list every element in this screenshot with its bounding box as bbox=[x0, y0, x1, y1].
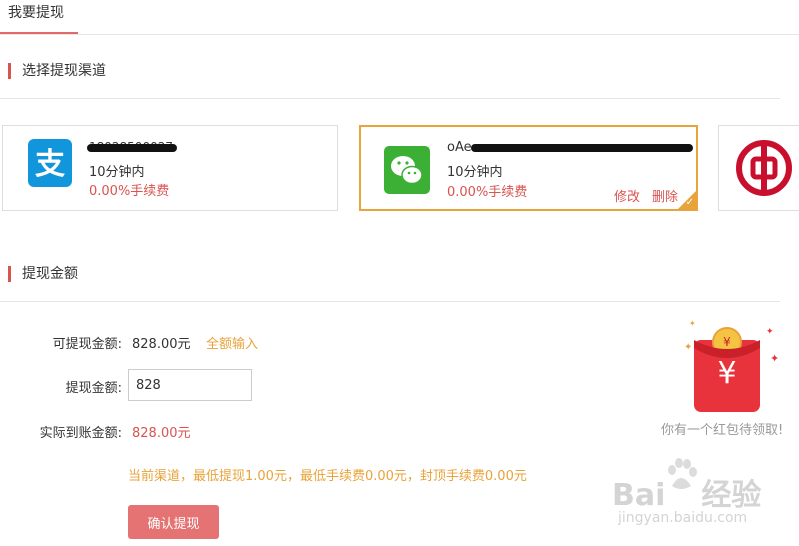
svg-text:✦: ✦ bbox=[684, 342, 692, 353]
available-amount-value: 828.00元 bbox=[132, 337, 191, 352]
redaction-mark bbox=[471, 144, 693, 152]
red-packet-symbol: ¥ bbox=[717, 356, 737, 391]
svg-text:✦: ✦ bbox=[689, 319, 696, 328]
fill-all-link[interactable]: 全额输入 bbox=[206, 333, 258, 352]
wechat-icon bbox=[384, 146, 430, 198]
edit-channel-link[interactable]: 修改 bbox=[614, 186, 640, 205]
tab-bar: 我要提现 bbox=[0, 0, 799, 35]
watermark-brand-text: Bai bbox=[612, 478, 666, 513]
watermark-brand-suffix: 经验 bbox=[701, 478, 762, 513]
svg-text:✦: ✦ bbox=[770, 352, 779, 365]
available-amount-label: 可提现金额: bbox=[52, 337, 122, 352]
delete-channel-link[interactable]: 删除 bbox=[652, 186, 678, 205]
amount-label: 提现金额: bbox=[65, 381, 122, 396]
redaction-mark bbox=[87, 144, 177, 152]
bank-of-china-icon bbox=[736, 140, 792, 200]
channel-card-alipay[interactable]: 支 18028500027 10分钟内 0.00%手续费 bbox=[2, 125, 338, 211]
check-icon: ✓ bbox=[685, 197, 694, 208]
channel-section-title: 选择提现渠道 bbox=[8, 63, 106, 79]
red-packet-promo[interactable]: ¥ ✦ ✦ ✦ ✦ ¥ bbox=[676, 318, 786, 418]
channel-eta: 10分钟内 bbox=[447, 165, 503, 180]
svg-text:¥: ¥ bbox=[723, 335, 731, 349]
alipay-icon: 支 bbox=[28, 139, 72, 191]
channel-fee: 0.00%手续费 bbox=[89, 184, 170, 199]
channel-account: oAe bbox=[447, 140, 472, 155]
actual-amount-value: 828.00元 bbox=[132, 426, 191, 441]
amount-section-title: 提现金额 bbox=[8, 266, 78, 282]
svg-text:✦: ✦ bbox=[766, 327, 774, 337]
divider bbox=[0, 98, 780, 99]
red-packet-caption[interactable]: 你有一个红包待领取! bbox=[661, 419, 783, 438]
divider bbox=[0, 301, 780, 302]
watermark-brand: Bai 经验 bbox=[612, 470, 761, 514]
actual-amount-label: 实际到账金额: bbox=[39, 426, 122, 441]
watermark-url: jingyan.baidu.com bbox=[618, 510, 748, 526]
channel-notice: 当前渠道，最低提现1.00元，最低手续费0.00元，封顶手续费0.00元 bbox=[128, 469, 527, 484]
channel-card-bank[interactable] bbox=[718, 125, 799, 211]
channel-card-wechat[interactable]: oAe 10分钟内 0.00%手续费 修改 删除 ✓ bbox=[359, 125, 698, 211]
amount-input[interactable] bbox=[128, 369, 252, 401]
confirm-withdraw-button[interactable]: 确认提现 bbox=[128, 505, 219, 539]
tab-withdraw[interactable]: 我要提现 bbox=[0, 0, 78, 34]
channel-eta: 10分钟内 bbox=[89, 165, 145, 180]
channel-fee: 0.00%手续费 bbox=[447, 185, 528, 200]
svg-text:支: 支 bbox=[35, 147, 65, 182]
